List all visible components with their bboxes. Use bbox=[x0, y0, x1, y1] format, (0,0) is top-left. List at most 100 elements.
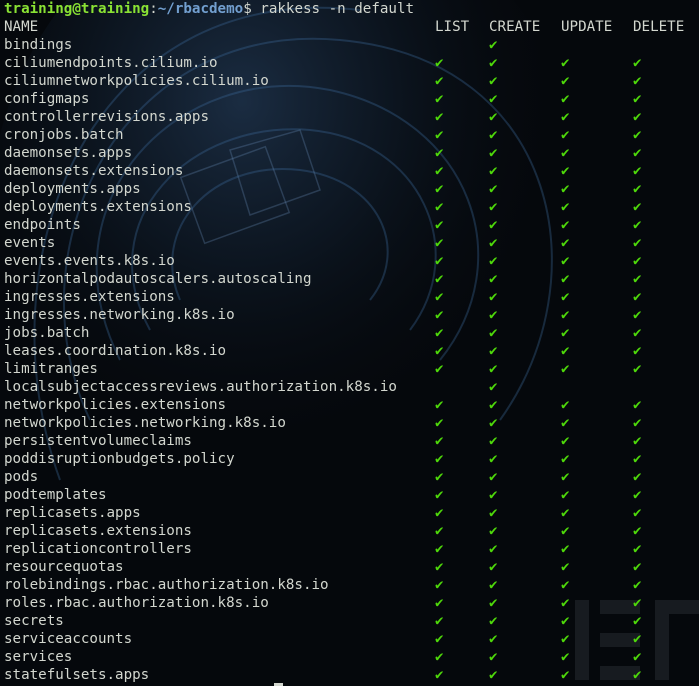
check-icon-create: ✔ bbox=[489, 577, 498, 593]
resource-name: cronjobs.batch bbox=[4, 127, 124, 143]
check-icon-delete: ✔ bbox=[633, 55, 642, 71]
check-icon-update: ✔ bbox=[561, 325, 570, 341]
check-icon-delete: ✔ bbox=[633, 199, 642, 215]
check-icon-list: ✔ bbox=[435, 325, 444, 341]
check-icon-list: ✔ bbox=[435, 73, 444, 89]
check-icon-list: ✔ bbox=[435, 451, 444, 467]
table-row: networkpolicies.extensions ✔ ✔ ✔ ✔ bbox=[4, 396, 699, 414]
resource-name: daemonsets.extensions bbox=[4, 163, 184, 179]
check-icon-list: ✔ bbox=[435, 505, 444, 521]
check-icon-delete: ✔ bbox=[633, 631, 642, 647]
prompt-dollar: $ bbox=[243, 1, 252, 17]
table-row: bindings ✔ bbox=[4, 36, 699, 54]
check-icon-update: ✔ bbox=[561, 631, 570, 647]
check-icon-create: ✔ bbox=[489, 235, 498, 251]
column-header-update: UPDATE bbox=[561, 19, 613, 35]
check-icon-update: ✔ bbox=[561, 595, 570, 611]
check-icon-delete: ✔ bbox=[633, 343, 642, 359]
table-row: poddisruptionbudgets.policy ✔ ✔ ✔ ✔ bbox=[4, 450, 699, 468]
table-row: configmaps ✔ ✔ ✔ ✔ bbox=[4, 90, 699, 108]
column-header-delete: DELETE bbox=[633, 19, 685, 35]
check-icon-list: ✔ bbox=[435, 217, 444, 233]
table-row: limitranges ✔ ✔ ✔ ✔ bbox=[4, 360, 699, 378]
check-icon-list: ✔ bbox=[435, 253, 444, 269]
resource-name: networkpolicies.networking.k8s.io bbox=[4, 415, 286, 431]
table-row: serviceaccounts ✔ ✔ ✔ ✔ bbox=[4, 630, 699, 648]
check-icon-update: ✔ bbox=[561, 649, 570, 665]
table-row: ingresses.extensions ✔ ✔ ✔ ✔ bbox=[4, 288, 699, 306]
check-icon-update: ✔ bbox=[561, 433, 570, 449]
check-icon-list: ✔ bbox=[435, 397, 444, 413]
check-icon-update: ✔ bbox=[561, 397, 570, 413]
check-icon-delete: ✔ bbox=[633, 289, 642, 305]
table-row: roles.rbac.authorization.k8s.io ✔ ✔ ✔ ✔ bbox=[4, 594, 699, 612]
check-icon-delete: ✔ bbox=[633, 127, 642, 143]
check-icon-list: ✔ bbox=[435, 577, 444, 593]
check-icon-create: ✔ bbox=[489, 127, 498, 143]
prompt-separator: : bbox=[149, 1, 158, 17]
check-icon-update: ✔ bbox=[561, 199, 570, 215]
resource-name: localsubjectaccessreviews.authorization.… bbox=[4, 379, 397, 395]
resource-name: statefulsets.apps bbox=[4, 667, 150, 683]
table-row: daemonsets.extensions ✔ ✔ ✔ ✔ bbox=[4, 162, 699, 180]
table-row: secrets ✔ ✔ ✔ ✔ bbox=[4, 612, 699, 630]
check-icon-list: ✔ bbox=[435, 667, 444, 683]
table-row: replicationcontrollers ✔ ✔ ✔ ✔ bbox=[4, 540, 699, 558]
check-icon-delete: ✔ bbox=[633, 667, 642, 683]
check-icon-update: ✔ bbox=[561, 451, 570, 467]
resource-name: deployments.extensions bbox=[4, 199, 192, 215]
check-icon-delete: ✔ bbox=[633, 235, 642, 251]
table-row: deployments.extensions ✔ ✔ ✔ ✔ bbox=[4, 198, 699, 216]
check-icon-list: ✔ bbox=[435, 487, 444, 503]
permission-table: bindings ✔ ciliumendpoints.cilium.io ✔ ✔ ✔ ✔ ci… bbox=[4, 36, 699, 684]
check-icon-list: ✔ bbox=[435, 181, 444, 197]
table-row: events ✔ ✔ ✔ ✔ bbox=[4, 234, 699, 252]
check-icon-create: ✔ bbox=[489, 649, 498, 665]
check-icon-create: ✔ bbox=[489, 163, 498, 179]
resource-name: secrets bbox=[4, 613, 64, 629]
check-icon-create: ✔ bbox=[489, 415, 498, 431]
table-row: ingresses.networking.k8s.io ✔ ✔ ✔ ✔ bbox=[4, 306, 699, 324]
check-icon-create: ✔ bbox=[489, 469, 498, 485]
check-icon-create: ✔ bbox=[489, 361, 498, 377]
check-icon-create: ✔ bbox=[489, 73, 498, 89]
check-icon-update: ✔ bbox=[561, 523, 570, 539]
check-icon-create: ✔ bbox=[489, 325, 498, 341]
check-icon-delete: ✔ bbox=[633, 559, 642, 575]
check-icon-delete: ✔ bbox=[633, 487, 642, 503]
table-row: ciliumnetworkpolicies.cilium.io ✔ ✔ ✔ ✔ bbox=[4, 72, 699, 90]
table-row: horizontalpodautoscalers.autoscaling ✔ ✔ ✔ ✔ bbox=[4, 270, 699, 288]
check-icon-list: ✔ bbox=[435, 145, 444, 161]
table-row: podtemplates ✔ ✔ ✔ ✔ bbox=[4, 486, 699, 504]
check-icon-update: ✔ bbox=[561, 181, 570, 197]
resource-name: persistentvolumeclaims bbox=[4, 433, 192, 449]
check-icon-delete: ✔ bbox=[633, 415, 642, 431]
check-icon-update: ✔ bbox=[561, 541, 570, 557]
check-icon-update: ✔ bbox=[561, 307, 570, 323]
column-header-list: LIST bbox=[435, 19, 470, 35]
check-icon-update: ✔ bbox=[561, 343, 570, 359]
check-icon-create: ✔ bbox=[489, 379, 498, 395]
check-icon-create: ✔ bbox=[489, 541, 498, 557]
check-icon-update: ✔ bbox=[561, 55, 570, 71]
resource-name: jobs.batch bbox=[4, 325, 90, 341]
check-icon-create: ✔ bbox=[489, 181, 498, 197]
resource-name: serviceaccounts bbox=[4, 631, 133, 647]
resource-name: bindings bbox=[4, 37, 73, 53]
prompt-command: rakkess -n default bbox=[251, 1, 415, 17]
check-icon-create: ✔ bbox=[489, 307, 498, 323]
resource-name: services bbox=[4, 649, 73, 665]
table-row: deployments.apps ✔ ✔ ✔ ✔ bbox=[4, 180, 699, 198]
check-icon-update: ✔ bbox=[561, 217, 570, 233]
terminal-output: training@training:~/rbacdemo$ rakkess -n… bbox=[4, 0, 699, 684]
check-icon-delete: ✔ bbox=[633, 181, 642, 197]
check-icon-create: ✔ bbox=[489, 199, 498, 215]
check-icon-update: ✔ bbox=[561, 289, 570, 305]
resource-name: rolebindings.rbac.authorization.k8s.io bbox=[4, 577, 329, 593]
check-icon-create: ✔ bbox=[489, 343, 498, 359]
check-icon-delete: ✔ bbox=[633, 613, 642, 629]
check-icon-delete: ✔ bbox=[633, 523, 642, 539]
check-icon-create: ✔ bbox=[489, 217, 498, 233]
check-icon-delete: ✔ bbox=[633, 469, 642, 485]
check-icon-update: ✔ bbox=[561, 109, 570, 125]
